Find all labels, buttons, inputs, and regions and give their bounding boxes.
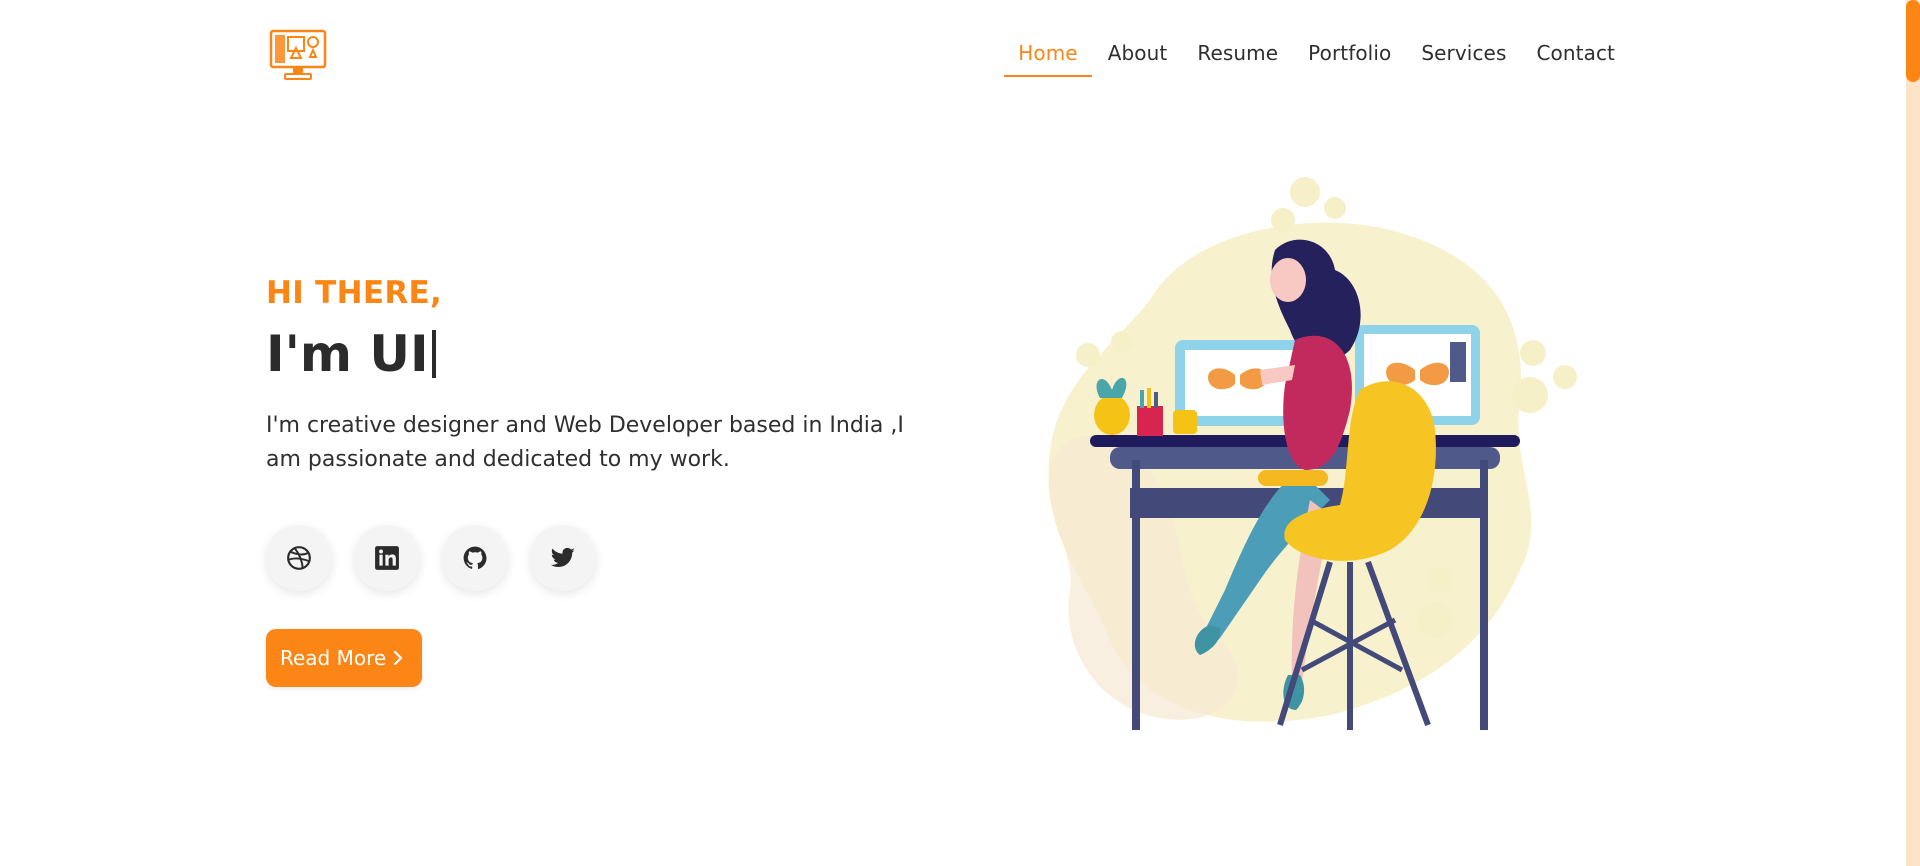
linkedin-icon — [375, 546, 399, 570]
github-link[interactable] — [442, 525, 508, 591]
chevron-right-icon — [394, 650, 403, 666]
woman-designer-at-desk-illustration — [1048, 177, 1577, 730]
page-scrollbar[interactable] — [1906, 0, 1920, 866]
dribbble-link[interactable] — [266, 525, 332, 591]
nav-item-services[interactable]: Services — [1407, 41, 1520, 77]
hero-headline-text: I'm UI — [266, 325, 429, 383]
hero-section: HI THERE, I'm UI I'm creative designer a… — [266, 275, 946, 687]
hero-greeting: HI THERE, — [266, 275, 443, 311]
twitter-link[interactable] — [530, 525, 596, 591]
social-links — [266, 525, 946, 591]
dribbble-icon — [287, 546, 311, 570]
nav-item-resume[interactable]: Resume — [1183, 41, 1292, 77]
site-header: Home About Resume Portfolio Services Con… — [0, 0, 1900, 110]
nav-item-contact[interactable]: Contact — [1522, 41, 1629, 77]
read-more-button[interactable]: Read More — [266, 629, 423, 687]
typing-cursor — [431, 330, 436, 378]
nav-item-portfolio[interactable]: Portfolio — [1294, 41, 1405, 77]
scrollbar-thumb[interactable] — [1906, 0, 1920, 82]
nav-item-about[interactable]: About — [1094, 41, 1182, 77]
main-nav: Home About Resume Portfolio Services Con… — [1003, 41, 1630, 77]
read-more-label: Read More — [280, 646, 387, 670]
hero-headline: I'm UI — [266, 325, 946, 383]
hero-intro: I'm creative designer and Web Developer … — [266, 413, 904, 472]
twitter-icon — [550, 547, 575, 567]
linkedin-link[interactable] — [354, 525, 420, 591]
github-icon — [463, 546, 487, 569]
design-monitor-icon[interactable] — [269, 28, 327, 84]
nav-item-home[interactable]: Home — [1004, 41, 1093, 77]
